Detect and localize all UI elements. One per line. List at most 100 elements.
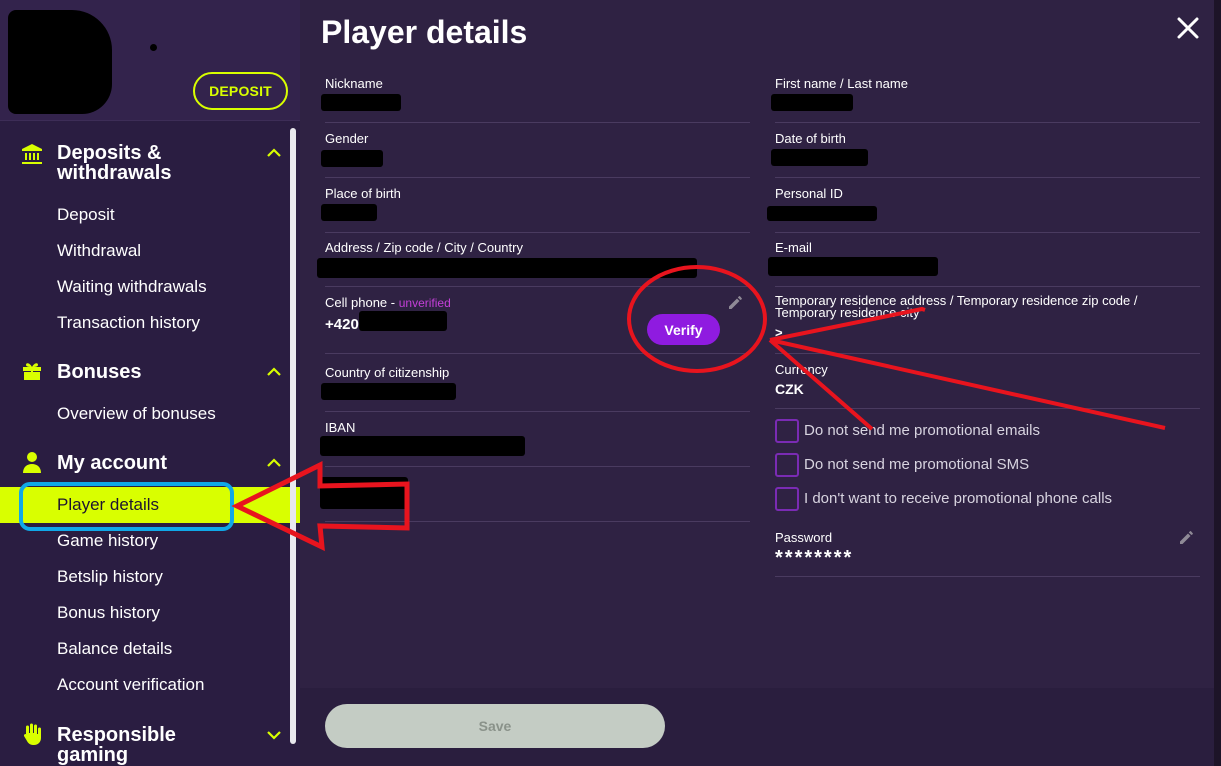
password-value: ********	[775, 547, 854, 569]
sidebar-item-label: Player details	[57, 495, 160, 514]
field-gender: Gender	[321, 131, 750, 178]
field-label: Currency	[775, 362, 828, 377]
sidebar: DEPOSIT Deposits & withdrawals Deposit W…	[0, 0, 300, 766]
redacted-value	[321, 150, 383, 167]
field-temporary-residence: Temporary residence address / Temporary …	[775, 293, 1200, 354]
gift-icon	[20, 359, 44, 383]
sidebar-item-game-history[interactable]: Game history	[0, 523, 300, 559]
verify-button[interactable]: Verify	[647, 314, 720, 345]
field-label: IBAN	[325, 420, 356, 435]
redacted-value	[321, 204, 377, 221]
sidebar-item-label: Overview of bonuses	[57, 404, 216, 423]
sidebar-item-player-details[interactable]: Player details	[0, 487, 300, 523]
player-details-panel: Player details Nickname Gender Place of …	[300, 0, 1221, 766]
redacted-value	[767, 206, 877, 221]
sidebar-item-overview-of-bonuses[interactable]: Overview of bonuses	[0, 396, 300, 432]
pencil-icon[interactable]	[1178, 528, 1196, 546]
field-label: Temporary residence address / Temporary …	[775, 293, 1138, 320]
avatar	[8, 10, 112, 114]
redacted-value	[320, 436, 525, 456]
field-nickname: Nickname	[321, 76, 750, 123]
field-email: E-mail	[768, 240, 1200, 287]
sidebar-item-label: Bonus history	[57, 603, 160, 622]
sidebar-item-label: Waiting withdrawals	[57, 277, 207, 296]
unverified-status: unverified	[398, 296, 451, 310]
redaction-mark	[150, 44, 157, 51]
redacted-value	[768, 257, 938, 276]
chevron-up-icon[interactable]	[266, 364, 282, 380]
sidebar-item-label: Game history	[57, 531, 159, 550]
field-place-of-birth: Place of birth	[321, 186, 750, 233]
sidebar-item-label: Account verification	[57, 675, 205, 694]
field-iban: IBAN	[320, 420, 750, 467]
field-address: Address / Zip code / City / Country	[317, 240, 750, 287]
phone-prefix: +420	[325, 316, 359, 333]
checkbox-label: Do not send me promotional SMS	[804, 456, 1030, 473]
section-title: My account	[57, 452, 168, 474]
page-title: Player details	[321, 14, 528, 50]
section-title: Deposits &	[57, 142, 162, 164]
sidebar-item-transaction-history[interactable]: Transaction history	[0, 305, 300, 341]
hand-icon	[20, 722, 44, 746]
sidebar-item-deposit[interactable]: Deposit	[0, 197, 300, 233]
field-personal-id: Personal ID	[767, 186, 1200, 233]
section-deposits-withdrawals[interactable]: Deposits & withdrawals	[0, 141, 290, 185]
field-label: Gender	[325, 131, 369, 146]
checkbox-label: I don't want to receive promotional phon…	[804, 490, 1113, 507]
pencil-icon[interactable]	[727, 293, 745, 311]
field-date-of-birth: Date of birth	[771, 131, 1200, 178]
checkbox-label: Do not send me promotional emails	[804, 422, 1040, 439]
sidebar-item-label: Balance details	[57, 639, 173, 658]
sidebar-item-account-verification[interactable]: Account verification	[0, 667, 300, 703]
currency-value: CZK	[775, 381, 804, 397]
close-icon[interactable]	[1174, 14, 1202, 42]
bank-icon	[20, 142, 44, 166]
chevron-up-icon[interactable]	[266, 145, 282, 161]
field-country-of-citizenship: Country of citizenship	[321, 365, 750, 412]
redacted-value	[771, 149, 868, 166]
sidebar-item-label: Deposit	[57, 205, 115, 224]
sidebar-item-waiting-withdrawals[interactable]: Waiting withdrawals	[0, 269, 300, 305]
checkbox[interactable]	[775, 487, 799, 511]
sidebar-scrollbar[interactable]	[290, 128, 296, 744]
app-root: DEPOSIT Deposits & withdrawals Deposit W…	[0, 0, 1221, 766]
field-label: Personal ID	[775, 186, 843, 201]
section-my-account[interactable]: My account	[0, 450, 290, 478]
sidebar-item-withdrawal[interactable]: Withdrawal	[0, 233, 300, 269]
deposit-button[interactable]: DEPOSIT	[193, 72, 288, 110]
field-label: Place of birth	[325, 186, 401, 201]
section-bonuses[interactable]: Bonuses	[0, 359, 290, 387]
redacted-value	[317, 258, 697, 278]
section-responsible-gaming[interactable]: Responsible gaming	[0, 721, 290, 765]
checkbox[interactable]	[775, 453, 799, 477]
redacted-value	[321, 94, 401, 111]
field-label: Cell phone - unverified	[325, 295, 451, 310]
field-value: >	[775, 325, 783, 340]
field-password: Password ********	[775, 530, 1200, 577]
field-label: Date of birth	[775, 131, 846, 146]
redacted-value	[321, 383, 456, 400]
sidebar-item-balance-details[interactable]: Balance details	[0, 631, 300, 667]
sidebar-item-betslip-history[interactable]: Betslip history	[0, 559, 300, 595]
section-title: Responsible	[57, 724, 176, 746]
field-label: Address / Zip code / City / Country	[325, 240, 523, 255]
field-currency: Currency CZK	[775, 362, 1200, 409]
field-label: Nickname	[325, 76, 383, 91]
section-title-line2: withdrawals	[57, 162, 172, 184]
field-label: Password	[775, 530, 833, 545]
window-edge	[1214, 0, 1221, 766]
sidebar-item-bonus-history[interactable]: Bonus history	[0, 595, 300, 631]
sidebar-item-label: Transaction history	[57, 313, 200, 332]
field-first-last-name: First name / Last name	[771, 76, 1200, 123]
chevron-down-icon[interactable]	[266, 727, 282, 743]
checkbox[interactable]	[775, 419, 799, 443]
redacted-value	[771, 94, 853, 111]
section-title: Bonuses	[57, 361, 142, 383]
field-redacted	[320, 475, 750, 522]
form-footer: Save	[300, 688, 1214, 766]
sidebar-menu: Deposits & withdrawals Deposit Withdrawa…	[0, 121, 300, 766]
field-label: First name / Last name	[775, 76, 908, 91]
chevron-up-icon[interactable]	[266, 455, 282, 471]
sidebar-item-label: Withdrawal	[57, 241, 142, 260]
save-button[interactable]: Save	[325, 704, 665, 748]
